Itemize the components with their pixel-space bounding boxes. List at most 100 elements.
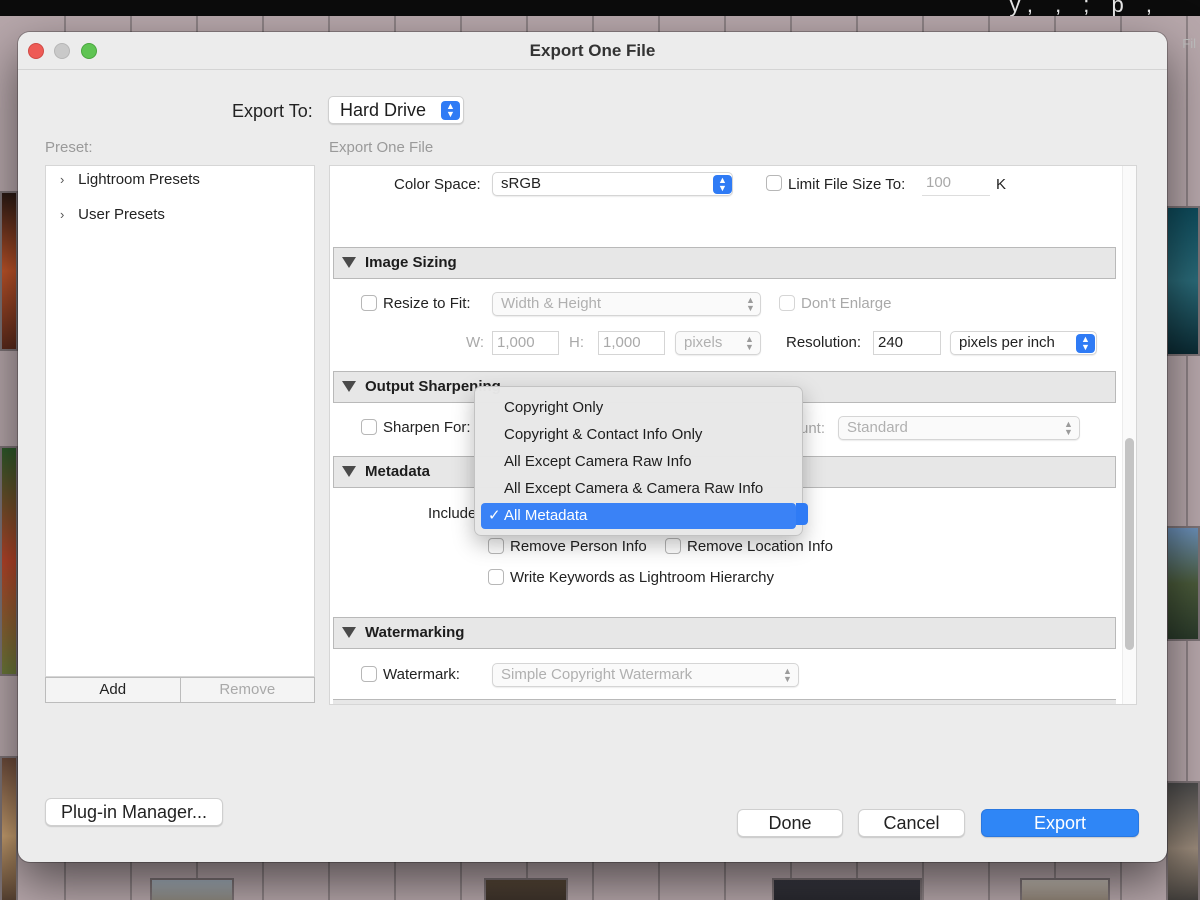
sharpen-amount-value: Standard	[847, 419, 908, 436]
section-title: Image Sizing	[365, 254, 457, 271]
menu-item-copyright-contact[interactable]: Copyright & Contact Info Only	[481, 422, 796, 448]
amount-label: unt:	[800, 420, 826, 437]
done-button[interactable]: Done	[737, 809, 843, 837]
resize-mode-select[interactable]: Width & Height ▲ ▼	[492, 292, 761, 316]
resolution-units-value: pixels per inch	[959, 334, 1055, 351]
limit-file-size-label: Limit File Size To:	[788, 176, 906, 193]
resize-mode-value: Width & Height	[501, 295, 602, 312]
watermark-label: Watermark:	[383, 666, 460, 683]
limit-file-size-checkbox[interactable]	[766, 175, 782, 191]
menu-item-copyright-only[interactable]: Copyright Only	[481, 395, 796, 421]
title-bar: Export One File	[18, 32, 1167, 70]
up-down-arrows-icon: ▲ ▼	[1064, 419, 1073, 437]
checkmark-icon: ✓	[488, 507, 501, 524]
export-button[interactable]: Export	[981, 809, 1139, 837]
preset-folder-label: User Presets	[78, 206, 165, 223]
section-title: Watermarking	[365, 624, 465, 641]
scroll-track[interactable]	[1122, 166, 1136, 704]
backdrop-thumbnail	[1166, 206, 1200, 356]
disclosure-triangle-icon[interactable]	[342, 257, 356, 268]
up-down-arrows-icon: ▲ ▼	[713, 175, 732, 194]
add-preset-button[interactable]: Add	[46, 678, 181, 702]
watermark-value: Simple Copyright Watermark	[501, 666, 693, 683]
resolution-label: Resolution:	[786, 334, 862, 351]
backdrop-thumbnail	[0, 756, 18, 900]
height-input[interactable]: 1,000	[598, 331, 665, 355]
preset-buttons: Add Remove	[45, 677, 315, 703]
resize-to-fit-label: Resize to Fit:	[383, 295, 471, 312]
up-down-arrows-icon: ▲ ▼	[783, 666, 792, 684]
metadata-include-menu: Copyright Only Copyright & Contact Info …	[474, 386, 803, 536]
resolution-input[interactable]: 240	[873, 331, 941, 355]
backdrop-top-bar: y, , ; p ,	[0, 0, 1200, 17]
chevron-right-icon[interactable]: ›	[60, 172, 74, 187]
up-down-arrows-icon: ▲ ▼	[441, 101, 460, 120]
menu-item-label: All Metadata	[504, 507, 588, 524]
menu-item-all-except-camera-and-raw[interactable]: All Except Camera & Camera Raw Info	[481, 476, 796, 502]
section-title: Metadata	[365, 463, 431, 480]
window-title: Export One File	[529, 41, 656, 60]
color-space-value: sRGB	[501, 175, 542, 192]
resolution-units-select[interactable]: pixels per inch ▲ ▼	[950, 331, 1097, 355]
preset-folder-label: Lightroom Presets	[78, 171, 200, 188]
section-watermarking[interactable]: Watermarking	[333, 617, 1116, 649]
disclosure-triangle-icon[interactable]	[342, 627, 356, 638]
remove-location-info-label: Remove Location Info	[687, 538, 833, 555]
limit-file-size-input[interactable]: 100	[922, 172, 990, 196]
chevron-right-icon[interactable]: ›	[60, 207, 74, 222]
write-keywords-label: Write Keywords as Lightroom Hierarchy	[510, 569, 774, 586]
export-to-label: Export To:	[232, 101, 313, 121]
backdrop-side-label: Fil	[1182, 36, 1196, 51]
backdrop-thumbnail	[0, 446, 18, 676]
up-down-arrows-icon: ▲ ▼	[1076, 334, 1095, 353]
preset-folder-user[interactable]: › User Presets	[60, 206, 165, 223]
size-units-value: pixels	[684, 334, 723, 351]
scrollbar-thumb[interactable]	[1125, 438, 1134, 650]
section-image-sizing[interactable]: Image Sizing	[333, 247, 1116, 279]
backdrop-thumbnail	[1166, 526, 1200, 641]
backdrop-thumbnail	[1020, 878, 1110, 900]
plugin-manager-button[interactable]: Plug-in Manager...	[45, 798, 223, 826]
up-down-arrows-icon: ▲ ▼	[746, 295, 755, 313]
backdrop-thumbnail	[1166, 781, 1200, 900]
next-section-edge	[333, 699, 1116, 704]
dont-enlarge-label: Don't Enlarge	[801, 295, 892, 312]
width-label: W:	[466, 334, 485, 351]
menu-item-all-except-camera-raw[interactable]: All Except Camera Raw Info	[481, 449, 796, 475]
include-label: Include	[428, 505, 477, 522]
backdrop-thumbnail	[484, 878, 568, 900]
remove-person-info-label: Remove Person Info	[510, 538, 647, 555]
sharpen-for-label: Sharpen For:	[383, 419, 471, 436]
up-down-arrows-icon: ▲ ▼	[745, 334, 754, 352]
watermark-checkbox[interactable]	[361, 666, 377, 682]
sharpen-for-checkbox[interactable]	[361, 419, 377, 435]
preset-folder-lightroom[interactable]: › Lightroom Presets	[60, 171, 200, 188]
remove-preset-button[interactable]: Remove	[181, 678, 315, 702]
cancel-button[interactable]: Cancel	[858, 809, 965, 837]
remove-person-info-checkbox[interactable]	[488, 538, 504, 554]
export-to-select[interactable]: Hard Drive ▲ ▼	[328, 96, 464, 124]
menu-item-all-metadata[interactable]: ✓ All Metadata	[481, 503, 796, 529]
backdrop-thumbnail	[150, 878, 234, 900]
write-keywords-checkbox[interactable]	[488, 569, 504, 585]
height-label: H:	[569, 334, 584, 351]
backdrop-thumbnail	[772, 878, 922, 900]
preset-list: › Lightroom Presets › User Presets	[45, 165, 315, 677]
dont-enlarge-checkbox[interactable]	[779, 295, 795, 311]
preset-label: Preset:	[45, 139, 93, 156]
color-space-label: Color Space:	[394, 176, 481, 193]
disclosure-triangle-icon[interactable]	[342, 381, 356, 392]
watermark-select[interactable]: Simple Copyright Watermark ▲ ▼	[492, 663, 799, 687]
color-space-select[interactable]: sRGB ▲ ▼	[492, 172, 733, 196]
disclosure-triangle-icon[interactable]	[342, 466, 356, 477]
settings-header: Export One File	[329, 139, 434, 156]
width-input[interactable]: 1,000	[492, 331, 559, 355]
sharpen-amount-select[interactable]: Standard ▲ ▼	[838, 416, 1080, 440]
resize-to-fit-checkbox[interactable]	[361, 295, 377, 311]
include-select-stepper-edge[interactable]	[796, 503, 808, 525]
size-units-select[interactable]: pixels ▲ ▼	[675, 331, 761, 355]
backdrop-thumbnail	[0, 191, 18, 351]
file-size-unit: K	[996, 176, 1007, 193]
remove-location-info-checkbox[interactable]	[665, 538, 681, 554]
export-to-value: Hard Drive	[340, 100, 427, 120]
